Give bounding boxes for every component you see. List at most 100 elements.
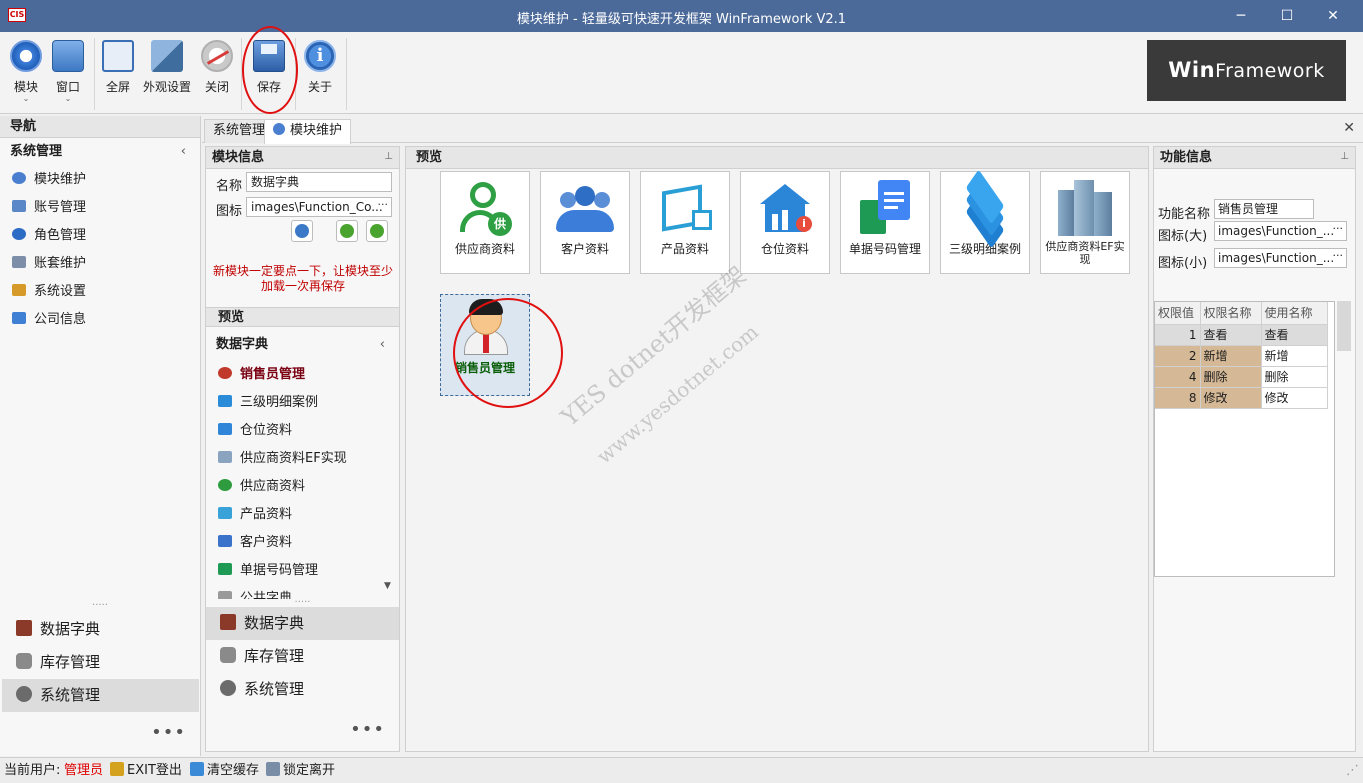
maximize-button[interactable]: ☐ <box>1264 0 1310 32</box>
name-input[interactable]: 数据字典 <box>246 172 392 192</box>
dict-group-header[interactable]: 数据字典 ‹ <box>206 331 399 359</box>
tile-doc-number[interactable]: 单据号码管理 <box>840 171 930 274</box>
table-row[interactable]: 2 新增 新增 <box>1155 345 1328 367</box>
function-name-input[interactable]: 销售员管理 <box>1214 199 1314 219</box>
list-item-doc-number[interactable]: 单据号码管理 <box>206 557 399 585</box>
company-icon <box>12 312 26 324</box>
sidebar-item-company-info[interactable]: 公司信息 <box>0 306 200 334</box>
tile-warehouse[interactable]: i 仓位资料 <box>740 171 830 274</box>
list-item-product[interactable]: 产品资料 <box>206 501 399 529</box>
icon-path-input[interactable]: images\Function_Co... ··· <box>246 197 392 217</box>
table-row[interactable]: 1 查看 查看 <box>1155 324 1328 346</box>
browse-button[interactable]: ··· <box>378 198 389 214</box>
arrow-up-icon <box>340 224 354 238</box>
module-button[interactable]: 模块 ⌄ <box>8 38 44 110</box>
gear-icon <box>12 172 26 184</box>
close-window-button[interactable]: ✕ <box>1310 0 1356 32</box>
more-button[interactable]: ••• <box>0 722 200 743</box>
cell-use[interactable]: 新增 <box>1261 345 1328 367</box>
browse-button[interactable]: ··· <box>1333 222 1344 238</box>
small-icon-input[interactable]: images\Function_... ··· <box>1214 248 1347 268</box>
column-header-use[interactable]: 使用名称 <box>1261 302 1328 325</box>
sidebar-item-accounts[interactable]: 账号管理 <box>0 194 200 222</box>
cell-value[interactable]: 4 <box>1155 366 1201 388</box>
list-item-label: 客户资料 <box>240 535 293 550</box>
cell-use[interactable]: 查看 <box>1261 324 1328 346</box>
chevron-left-icon[interactable]: ‹ <box>380 331 385 359</box>
cell-name[interactable]: 新增 <box>1200 345 1262 367</box>
save-icon <box>253 40 285 72</box>
move-down-button[interactable] <box>366 220 388 242</box>
lock-label: 锁定离开 <box>283 763 336 778</box>
close-button[interactable]: 关闭 <box>199 38 235 110</box>
cell-value[interactable]: 1 <box>1155 324 1201 346</box>
save-button[interactable]: 保存 <box>251 38 287 110</box>
appearance-button[interactable]: 外观设置 <box>140 38 194 110</box>
tile-supplier-ef[interactable]: 供应商资料EF实现 <box>1040 171 1130 274</box>
tile-product[interactable]: 产品资料 <box>640 171 730 274</box>
move-up-button[interactable] <box>336 220 358 242</box>
icon-label: 图标 <box>216 204 243 219</box>
group-data-dictionary[interactable]: 数据字典 <box>206 607 399 640</box>
list-item-three-level[interactable]: 三级明细案例 <box>206 389 399 417</box>
list-item-customer[interactable]: 客户资料 <box>206 529 399 557</box>
dict-group-title: 数据字典 <box>216 337 269 352</box>
save-label: 保存 <box>256 80 281 94</box>
nav-group-system[interactable]: 系统管理 <box>2 679 199 712</box>
tile-label: 三级明细案例 <box>948 242 1021 256</box>
clear-cache-button[interactable]: 清空缓存 <box>190 758 259 783</box>
tile-three-level[interactable]: 三级明细案例 <box>940 169 1030 274</box>
cell-name[interactable]: 删除 <box>1200 366 1262 388</box>
pin-icon[interactable]: ⊥ <box>384 151 393 162</box>
more-button[interactable]: ••• <box>206 719 399 740</box>
tab-module-maintenance[interactable]: 模块维护 <box>264 119 352 144</box>
column-header-name[interactable]: 权限名称 <box>1200 302 1262 325</box>
customers-icon <box>218 535 232 547</box>
scroll-down-icon[interactable]: ▼ <box>384 581 391 591</box>
cell-name[interactable]: 查看 <box>1200 324 1262 346</box>
grid-scrollbar[interactable] <box>1337 301 1351 351</box>
list-item-salesperson[interactable]: 销售员管理 <box>206 361 399 389</box>
layers-icon <box>956 169 1014 249</box>
column-header-value[interactable]: 权限值 <box>1155 302 1201 325</box>
splitter-dots[interactable]: ····· <box>206 598 399 608</box>
list-item-supplier[interactable]: 供应商资料 <box>206 473 399 501</box>
cell-use[interactable]: 修改 <box>1261 387 1328 409</box>
tile-supplier[interactable]: 供 供应商资料 <box>440 171 530 274</box>
cell-value[interactable]: 2 <box>1155 345 1201 367</box>
large-icon-input[interactable]: images\Function_... ··· <box>1214 221 1347 241</box>
about-button[interactable]: i 关于 <box>302 38 338 110</box>
sidebar-item-account-sets[interactable]: 账套维护 <box>0 250 200 278</box>
nav-group-data-dictionary[interactable]: 数据字典 <box>2 613 199 646</box>
resize-grip-icon[interactable]: ⋰ <box>1346 758 1359 783</box>
cell-name[interactable]: 修改 <box>1200 387 1262 409</box>
splitter-dots[interactable]: ····· <box>0 601 200 611</box>
fullscreen-button[interactable]: 全屏 <box>100 38 136 110</box>
close-label: 关闭 <box>204 80 229 94</box>
window-button[interactable]: 窗口 ⌄ <box>50 38 86 110</box>
exit-button[interactable]: EXIT登出 <box>110 758 182 783</box>
tile-salesperson-selected[interactable]: 销售员管理 <box>440 294 530 396</box>
sidebar-item-roles[interactable]: 角色管理 <box>0 222 200 250</box>
group-system[interactable]: 系统管理 <box>206 673 399 706</box>
tile-customer[interactable]: 客户资料 <box>540 171 630 274</box>
cell-value[interactable]: 8 <box>1155 387 1201 409</box>
pin-icon[interactable]: ⊥ <box>1340 151 1349 162</box>
group-inventory[interactable]: 库存管理 <box>206 640 399 673</box>
close-tab-icon[interactable]: ✕ <box>1343 120 1355 136</box>
list-item-supplier-ef[interactable]: 供应商资料EF实现 <box>206 445 399 473</box>
refresh-button[interactable] <box>291 220 313 242</box>
list-item-warehouse[interactable]: 仓位资料 <box>206 417 399 445</box>
cell-use[interactable]: 删除 <box>1261 366 1328 388</box>
lock-button[interactable]: 锁定离开 <box>266 758 335 783</box>
nav-group-header[interactable]: 系统管理 ‹ <box>0 138 200 166</box>
sidebar-item-module-maintenance[interactable]: 模块维护 <box>0 166 200 194</box>
browse-button[interactable]: ··· <box>1333 249 1344 265</box>
table-row[interactable]: 8 修改 修改 <box>1155 387 1328 409</box>
watermark-url: www.yesdotnet.com <box>592 319 763 469</box>
sidebar-item-system-settings[interactable]: 系统设置 <box>0 278 200 306</box>
table-row[interactable]: 4 删除 删除 <box>1155 366 1328 388</box>
minimize-button[interactable]: ─ <box>1218 0 1264 32</box>
chevron-left-icon[interactable]: ‹ <box>181 138 186 166</box>
nav-group-inventory[interactable]: 库存管理 <box>2 646 199 679</box>
